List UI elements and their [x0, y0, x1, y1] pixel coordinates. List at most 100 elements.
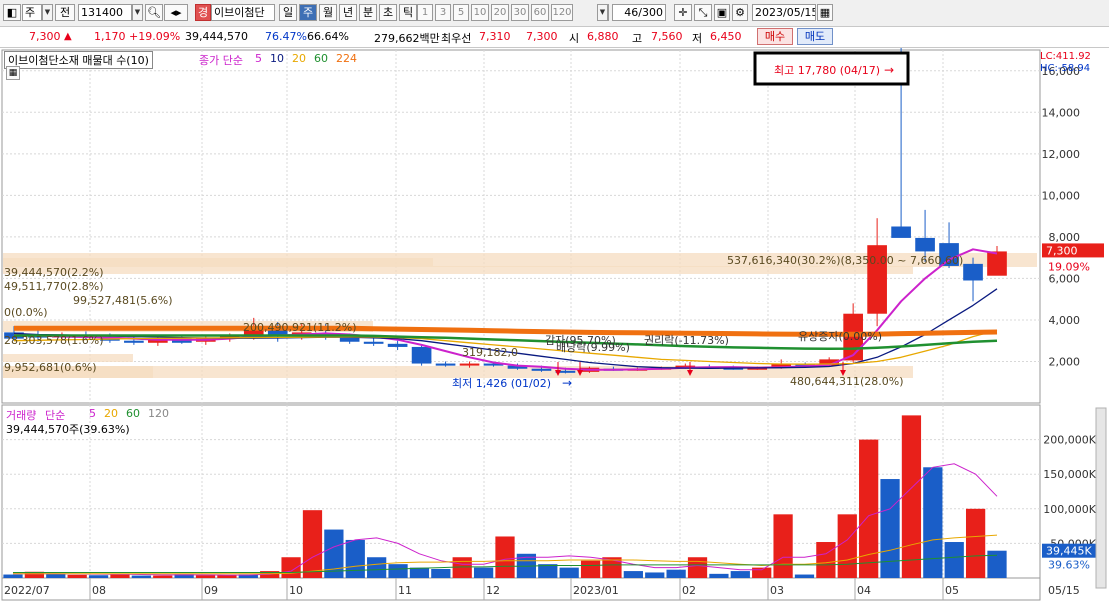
volume-bar-9	[195, 575, 216, 578]
count-field[interactable]: 46/300	[612, 4, 666, 21]
lc-value: LC:411.92	[1040, 51, 1091, 62]
candle-body	[363, 341, 384, 344]
trade-volume: 39,444,570	[185, 30, 248, 43]
up-arrow-icon: ▲	[64, 31, 72, 42]
current-price-box-label: 7,300	[1046, 244, 1078, 257]
scrollbar-track[interactable]	[1095, 407, 1107, 589]
volume-bar-37	[794, 574, 815, 578]
current-pct-label: 19.09%	[1048, 260, 1090, 273]
volume-bar-7	[153, 575, 173, 578]
interval-button-3[interactable]: 3	[435, 4, 451, 21]
volume-bar-32	[687, 557, 708, 578]
table-icon[interactable]: ▦	[6, 66, 20, 80]
high-label: 고	[632, 32, 643, 45]
price-change-pct: +19.09%	[129, 30, 181, 43]
search-icon[interactable]: 🔍︎	[145, 4, 163, 21]
volume-profile-label: 200,490,921(11.2%)	[243, 321, 357, 334]
interval-button-1[interactable]: 1	[417, 4, 433, 21]
x-axis-label: 2022/07	[4, 584, 50, 597]
market-type-dropdown-icon[interactable]: ▼	[42, 4, 53, 21]
speaker-icon[interactable]: ◂▸	[164, 4, 188, 21]
volume-bar-14	[302, 510, 323, 578]
open-price: 6,880	[587, 30, 619, 43]
price-tick-label: 10,000	[1042, 189, 1081, 202]
volume-bar-0	[3, 574, 23, 578]
volume-profile-label: 9,952,681(0.6%)	[4, 361, 97, 374]
date-field[interactable]: 2023/05/15	[752, 4, 816, 21]
x-axis-label: 04	[857, 584, 871, 597]
window-menu-icon[interactable]: ◧	[3, 4, 21, 21]
volume-bar-43	[923, 467, 943, 578]
price-tick-label: 2,000	[1049, 355, 1081, 368]
settings-gear-icon[interactable]: ⚙	[732, 4, 748, 21]
x-axis-label: 12	[486, 584, 500, 597]
x-axis-label: 03	[770, 584, 784, 597]
interval-button-20[interactable]: 20	[491, 4, 509, 21]
interval-button-10[interactable]: 10	[471, 4, 489, 21]
quote-bar: 7,300 ▲ 1,170 +19.09% 39,444,570 76.47% …	[0, 27, 1109, 48]
stock-code-input[interactable]: 131400	[78, 4, 132, 21]
candle-body	[411, 346, 432, 364]
event-label: 유상증자(0.00%)	[798, 330, 882, 343]
chart-panel[interactable]: 2022/07 08 09 10 11 12 2023/01 02 03 04 05 05/15 2,0…	[0, 48, 1109, 605]
interval-button-60[interactable]: 60	[531, 4, 549, 21]
x-axis-label: 05	[945, 584, 959, 597]
volume-profile-indicator-label[interactable]: 이브이첨단소재 매물대 수(10)	[4, 51, 153, 69]
ma-period-5: 5	[255, 52, 262, 65]
volume-bar-33	[709, 573, 729, 578]
prev-button[interactable]: 전	[55, 4, 75, 21]
period-tab-0[interactable]: 일	[279, 4, 297, 21]
volume-profile-label: 537,616,340(30.2%)(8,350.00 ~ 7,660.60)	[727, 254, 963, 267]
volume-profile-label: 49,511,770(2.8%)	[4, 280, 104, 293]
period-tab-5[interactable]: 초	[379, 4, 397, 21]
candle-body	[531, 368, 552, 371]
ma-period-20: 20	[292, 52, 306, 65]
volume-bar-6	[131, 575, 151, 578]
high-arrow-icon: →	[884, 63, 894, 77]
volume-bar-16	[345, 539, 365, 578]
volume-bar-45	[965, 508, 986, 578]
interval-button-120[interactable]: 120	[551, 4, 573, 21]
current-price: 7,300	[29, 30, 61, 43]
zoom-out-icon[interactable]: ⤡	[694, 4, 712, 21]
price-tick-label: 6,000	[1049, 272, 1081, 285]
ma-period-10: 10	[270, 52, 284, 65]
volume-bar-34	[730, 571, 750, 578]
volume-tick-label: 200,000K	[1043, 434, 1096, 447]
crosshair-icon[interactable]: ✛	[674, 4, 692, 21]
x-axis-label: 11	[398, 584, 412, 597]
volume-bar-2	[46, 573, 66, 578]
volume-profile-label: 28,303,578(1.6%)	[4, 334, 104, 347]
period-tab-3[interactable]: 년	[339, 4, 357, 21]
ma-label: 종가 단순	[199, 54, 243, 67]
interval-button-5[interactable]: 5	[453, 4, 469, 21]
interval-button-30[interactable]: 30	[511, 4, 529, 21]
period-tab-2[interactable]: 월	[319, 4, 337, 21]
stock-chart[interactable]: 2022/07 08 09 10 11 12 2023/01 02 03 04 05 05/15 2,0…	[0, 48, 1109, 605]
market-type-select[interactable]: 주	[22, 4, 42, 21]
sell-button[interactable]: 매도	[797, 28, 833, 45]
save-icon[interactable]: ▣	[714, 4, 730, 21]
calendar-icon[interactable]: ▦	[817, 4, 833, 21]
stock-code-dropdown-icon[interactable]: ▼	[132, 4, 143, 21]
price-tick-label: 8,000	[1049, 231, 1081, 244]
low-label: 저	[692, 32, 703, 45]
candle-body	[387, 343, 408, 347]
interval-dropdown-icon[interactable]: ▼	[597, 4, 608, 21]
period-tab-6[interactable]: 틱	[399, 4, 417, 21]
candle-body	[915, 237, 935, 252]
volume-ratio-1: 76.47%	[265, 30, 307, 43]
volume-bar-40	[859, 439, 879, 578]
volume-bar-13	[281, 557, 301, 578]
volume-bar-41	[880, 479, 900, 578]
candle-body	[124, 340, 144, 343]
volume-bar-38	[816, 542, 836, 578]
ma-period-60: 60	[314, 52, 328, 65]
period-tab-4[interactable]: 분	[359, 4, 377, 21]
buy-button[interactable]: 매수	[757, 28, 793, 45]
volume-bar-46	[987, 550, 1007, 578]
period-tab-1[interactable]: 주	[299, 4, 317, 21]
volume-tick-label: 100,000K	[1043, 503, 1096, 516]
volume-bar-42	[901, 415, 922, 578]
x-axis-label: 02	[682, 584, 696, 597]
